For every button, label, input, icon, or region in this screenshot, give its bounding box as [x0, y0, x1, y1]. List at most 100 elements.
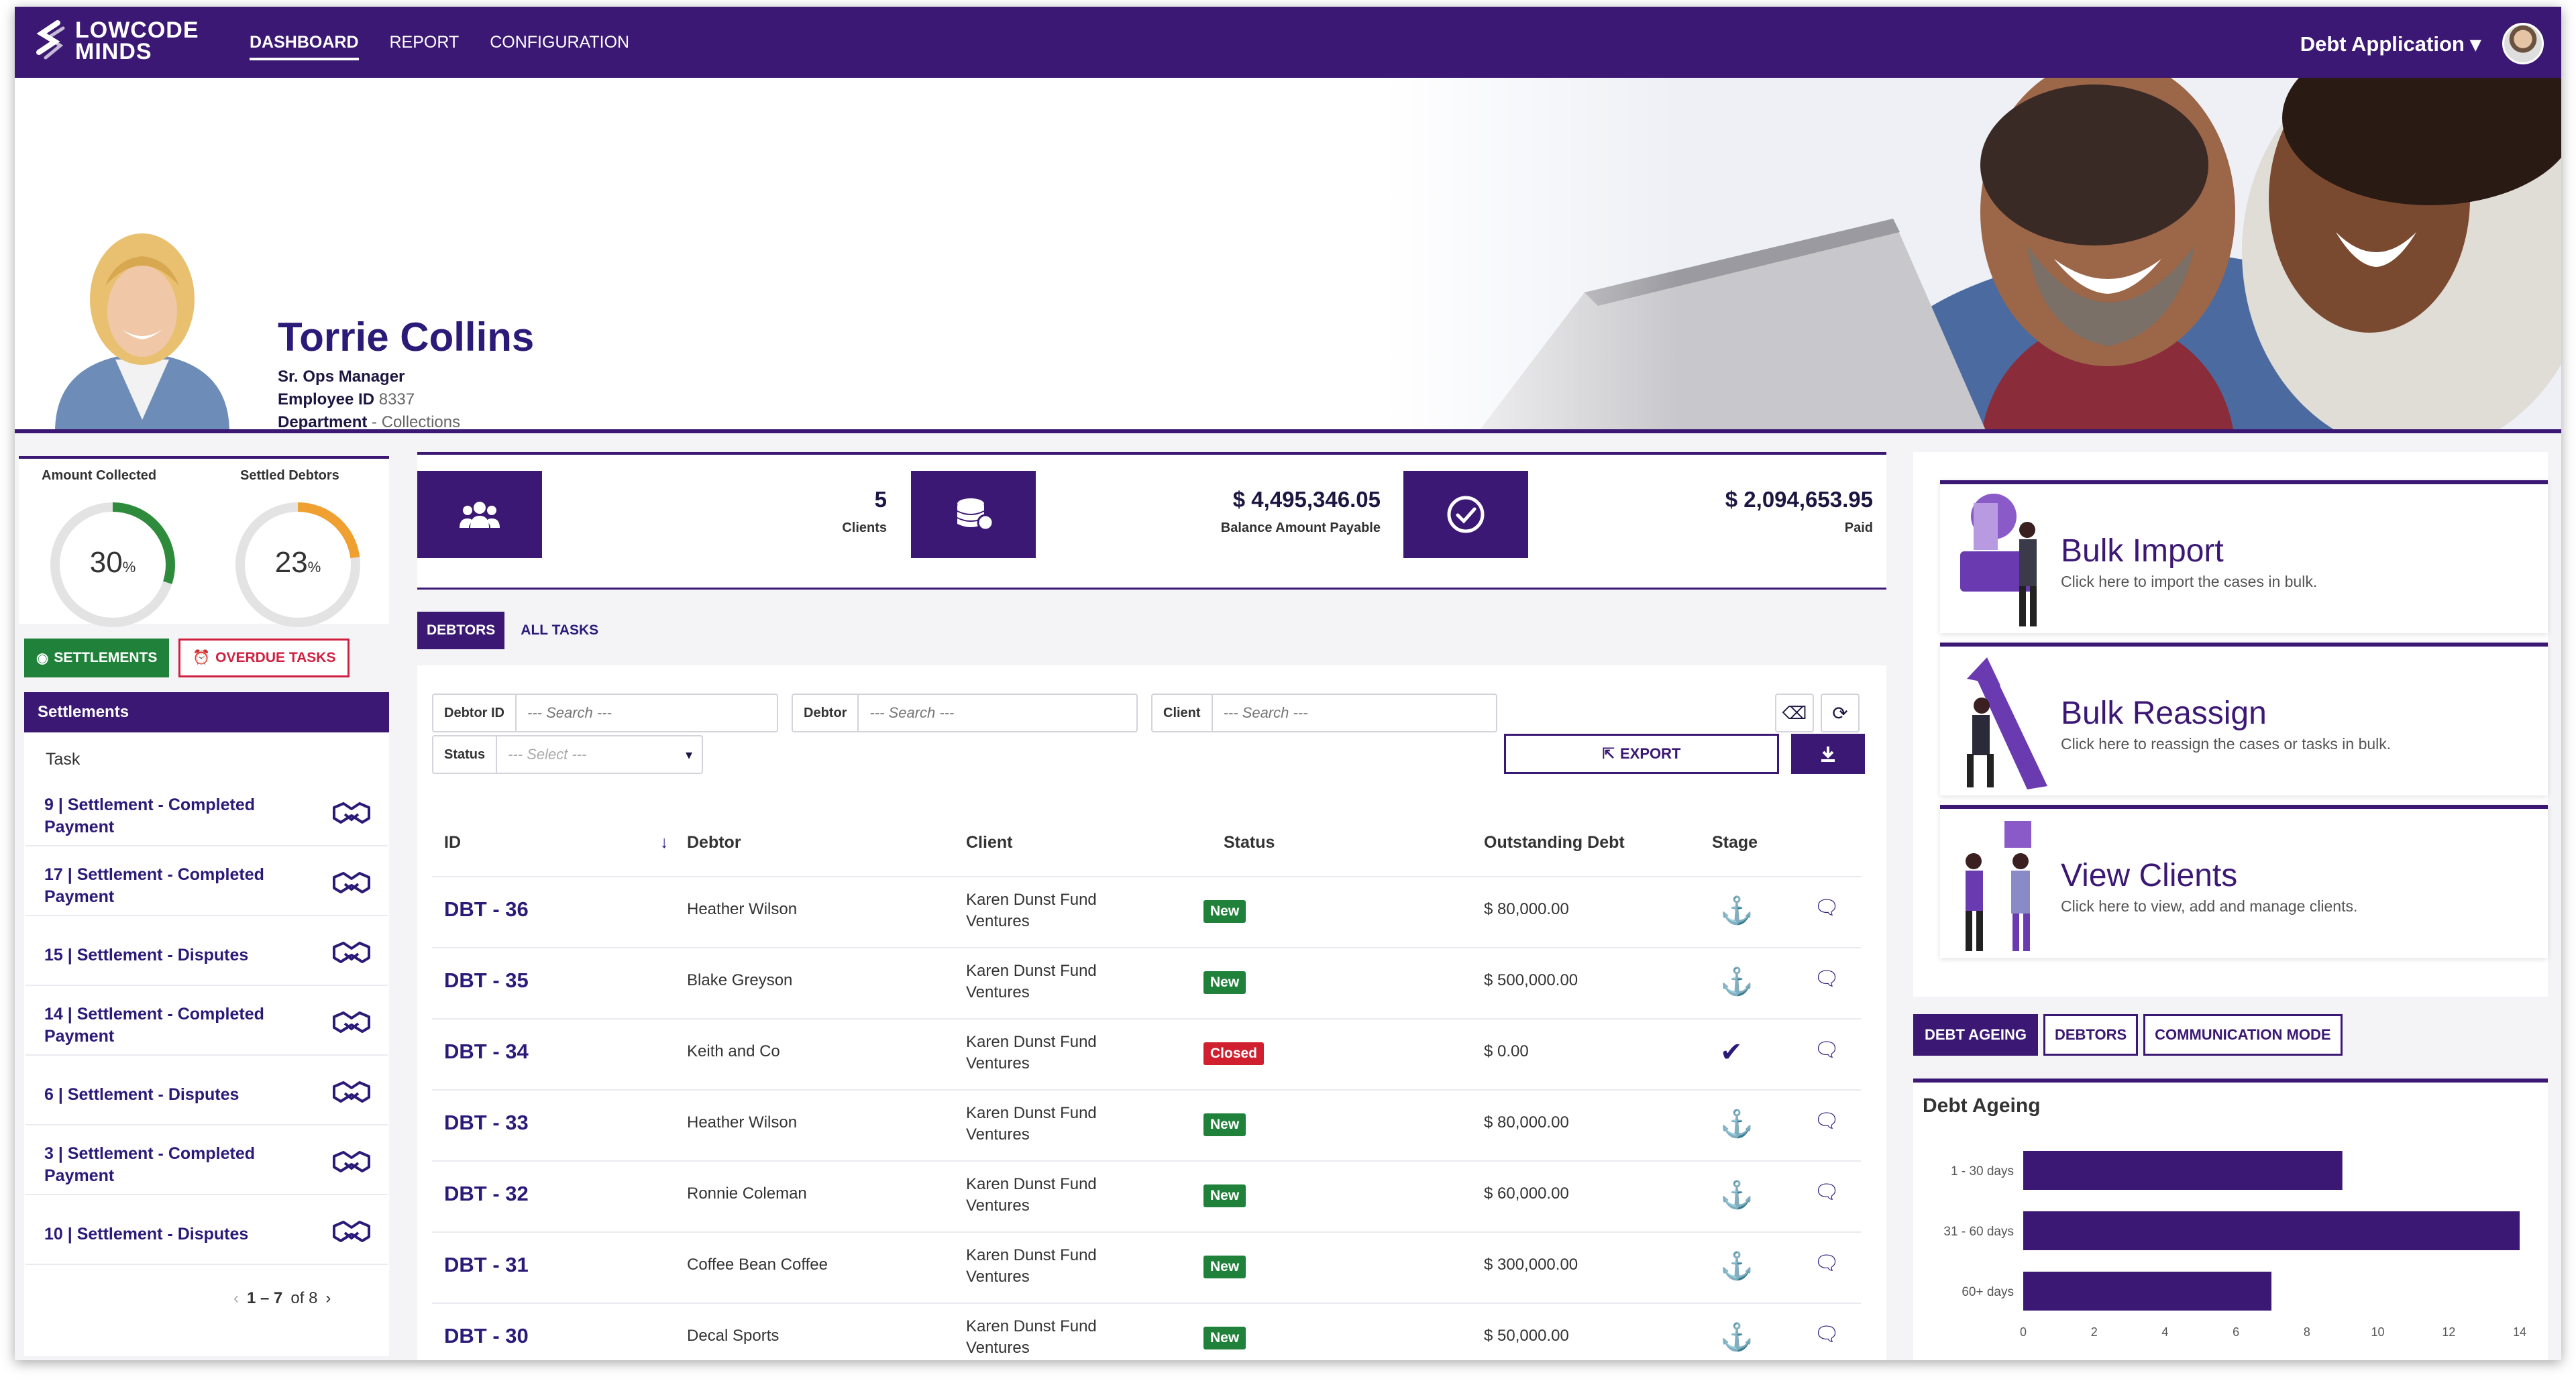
kpi-paid-value: $ 2,094,653.95 [1725, 487, 1873, 512]
stage-anchor-icon: ⚓ [1720, 896, 1754, 926]
task-title-line1: 3 | Settlement - Completed [44, 1144, 255, 1163]
app-menu[interactable]: Debt Application ▾ [2300, 32, 2481, 56]
table-row[interactable]: DBT - 34 Keith and Co Karen Dunst Fund Vent… [432, 1018, 1861, 1089]
table-row[interactable]: DBT - 32 Ronnie Coleman Karen Dunst Fund Ve… [432, 1160, 1861, 1231]
task-item[interactable]: 14 | Settlement - Completed Payment [25, 989, 388, 1056]
debtor-name-cell: Keith and Co [687, 1042, 780, 1060]
header-client[interactable]: Client [966, 833, 1012, 852]
logo-line1: LOWCODE [75, 17, 199, 43]
task-title-line1: 14 | Settlement - Completed [44, 1005, 264, 1024]
user-avatar[interactable] [2502, 23, 2544, 64]
client-cell-line1: Karen Dunst Fund [966, 1317, 1097, 1335]
settlements-button[interactable]: ◉ SETTLEMENTS [24, 639, 170, 677]
nav-dashboard[interactable]: DASHBOARD [250, 23, 359, 62]
pager-prev-icon[interactable]: ‹ [233, 1289, 239, 1308]
outstanding-debt-cell: $ 80,000.00 [1484, 900, 1569, 918]
table-row[interactable]: DBT - 30 Decal Sports Karen Dunst Fund Vent… [432, 1303, 1861, 1360]
employee-id-value: 8337 [378, 390, 415, 408]
download-button[interactable] [1791, 734, 1865, 774]
tab-debtors-chart[interactable]: DEBTORS [2043, 1014, 2139, 1056]
task-item[interactable]: 6 | Settlement - Disputes [25, 1058, 388, 1125]
client-cell-line2: Ventures [966, 1197, 1030, 1215]
task-item[interactable]: 17 | Settlement - Completed Payment [25, 849, 388, 916]
task-title: 15 | Settlement - Disputes [44, 944, 313, 966]
pager-next-icon[interactable]: › [325, 1289, 331, 1308]
profile-department: Department - Collections [278, 413, 461, 431]
task-item[interactable]: 3 | Settlement - Completed Payment [25, 1128, 388, 1195]
caret-down-icon: ▾ [2470, 32, 2481, 56]
eye-icon: ◉ [36, 650, 49, 666]
header-stage[interactable]: Stage [1712, 833, 1758, 852]
chart-tick-label: 0 [2020, 1325, 2027, 1339]
debtor-id-cell[interactable]: DBT - 30 [444, 1324, 529, 1348]
profile-title-text: Sr. Ops Manager [278, 368, 405, 386]
pager-total: of 8 [290, 1289, 318, 1307]
tab-debtors[interactable]: DEBTORS [417, 612, 505, 649]
tab-all-tasks[interactable]: ALL TASKS [511, 612, 608, 649]
comments-icon[interactable]: 🗨 [1814, 1252, 1839, 1275]
tab-communication-mode[interactable]: COMMUNICATION MODE [2143, 1014, 2343, 1056]
header-outstanding-debt[interactable]: Outstanding Debt [1484, 833, 1625, 852]
stage-anchor-icon: ⚓ [1720, 1180, 1754, 1210]
debtor-search-input[interactable] [859, 704, 1077, 722]
task-column-header: Task [46, 750, 80, 769]
client-cell-line2: Ventures [966, 1125, 1030, 1144]
client-cell: Karen Dunst Fund Ventures [966, 889, 1154, 932]
export-button[interactable]: ⇱ EXPORT [1504, 734, 1779, 774]
eraser-button[interactable]: ⌫ [1775, 694, 1814, 732]
table-row[interactable]: DBT - 31 Coffee Bean Coffee Karen Dunst Fu… [432, 1231, 1861, 1303]
comments-icon[interactable]: 🗨 [1814, 1323, 1839, 1346]
debtor-id-cell[interactable]: DBT - 35 [444, 969, 529, 993]
employee-id-label: Employee ID [278, 390, 375, 408]
task-item[interactable]: 10 | Settlement - Disputes [25, 1198, 388, 1265]
table-row[interactable]: DBT - 36 Heather Wilson Karen Dunst Fund Ve… [432, 876, 1861, 947]
comments-icon[interactable]: 🗨 [1814, 1180, 1839, 1204]
eraser-icon: ⌫ [1782, 702, 1807, 723]
task-item[interactable]: 9 | Settlement - Completed Payment [25, 779, 388, 846]
nav-configuration[interactable]: CONFIGURATION [490, 23, 629, 62]
status-filter-label: Status [433, 736, 498, 773]
header-status[interactable]: Status [1224, 833, 1275, 852]
amount-collected-number: 30 [89, 546, 123, 579]
chart-bar[interactable] [2023, 1151, 2343, 1190]
chart-tick-label: 12 [2442, 1325, 2455, 1339]
refresh-button[interactable]: ⟳ [1821, 694, 1860, 732]
task-item[interactable]: 15 | Settlement - Disputes [25, 919, 388, 986]
table-row[interactable]: DBT - 33 Heather Wilson Karen Dunst Fund Ve… [432, 1089, 1861, 1160]
task-title: 10 | Settlement - Disputes [44, 1223, 313, 1246]
logo[interactable]: LOWCODE MINDS [32, 19, 199, 63]
chart-bar[interactable] [2023, 1211, 2520, 1250]
overdue-tasks-button[interactable]: ⏰ OVERDUE TASKS [178, 639, 350, 677]
header-debtor[interactable]: Debtor [687, 833, 741, 852]
status-filter[interactable]: Status --- Select --- ▾ [432, 735, 703, 774]
nav-report[interactable]: REPORT [390, 23, 460, 62]
debtor-id-search-input[interactable] [517, 704, 734, 722]
comments-icon[interactable]: 🗨 [1814, 967, 1839, 991]
tab-debt-ageing[interactable]: DEBT AGEING [1913, 1014, 2038, 1056]
client-cell-line2: Ventures [966, 1268, 1030, 1286]
debtor-id-cell[interactable]: DBT - 31 [444, 1253, 529, 1277]
sort-arrow-icon[interactable]: ↓ [660, 833, 669, 852]
table-row[interactable]: DBT - 35 Blake Greyson Karen Dunst Fund Ven… [432, 947, 1861, 1018]
debtor-id-cell[interactable]: DBT - 33 [444, 1111, 529, 1135]
view-clients-card[interactable]: View Clients Click here to view, add and… [1940, 805, 2548, 958]
status-badge: New [1203, 900, 1246, 923]
task-title-line2: Payment [44, 887, 115, 906]
debtor-id-cell[interactable]: DBT - 36 [444, 897, 529, 922]
comments-icon[interactable]: 🗨 [1814, 1109, 1839, 1133]
task-title-line1: 10 | Settlement - Disputes [44, 1225, 249, 1244]
debtor-name-cell: Coffee Bean Coffee [687, 1256, 828, 1274]
debtor-id-cell[interactable]: DBT - 32 [444, 1182, 529, 1206]
debtor-id-cell[interactable]: DBT - 34 [444, 1040, 529, 1064]
debtor-name-cell: Heather Wilson [687, 900, 798, 918]
chart-bar[interactable] [2023, 1272, 2271, 1311]
header-id[interactable]: ID [444, 833, 461, 852]
client-search-input[interactable] [1212, 704, 1430, 722]
bulk-import-card[interactable]: Bulk Import Click here to import the cas… [1940, 480, 2548, 633]
comments-icon[interactable]: 🗨 [1814, 896, 1839, 920]
bulk-reassign-card[interactable]: Bulk Reassign Click here to reassign the… [1940, 643, 2548, 795]
debtor-id-filter-label: Debtor ID [433, 695, 517, 731]
chart-category-label: 1 - 30 days [1951, 1164, 2014, 1178]
client-cell-line2: Ventures [966, 983, 1030, 1001]
comments-icon[interactable]: 🗨 [1814, 1038, 1839, 1062]
